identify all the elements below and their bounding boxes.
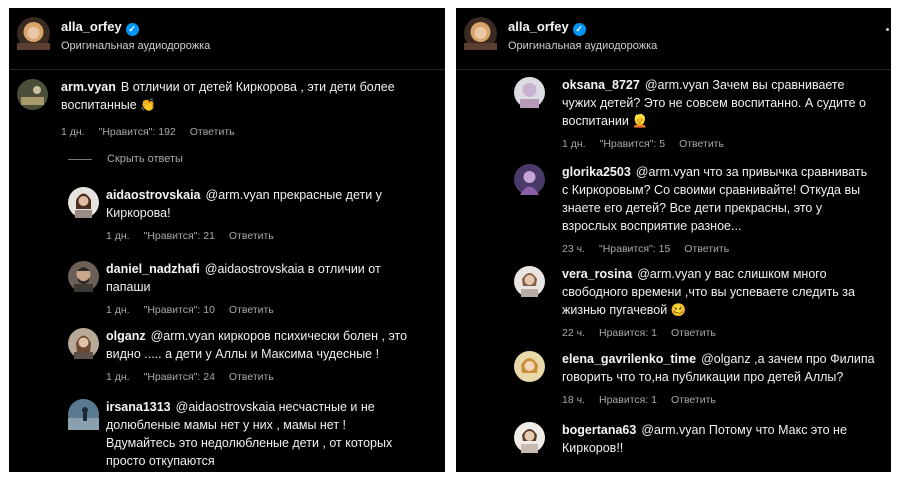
comment-username[interactable]: daniel_nadzhafi: [106, 262, 200, 276]
comment-text: glorika2503 @arm.vyan что за привычка сра…: [562, 165, 868, 233]
verified-icon: ✓: [572, 23, 586, 36]
comments-panel-left: alla_orfey ✓ Оригинальная аудиодорожка ar…: [9, 8, 445, 472]
comment-time: 1 дн.: [106, 371, 130, 383]
commenter-avatar[interactable]: [68, 261, 99, 292]
like-count[interactable]: "Нравится": 21: [144, 230, 215, 242]
comments-panel-right: alla_orfey ✓ Оригинальная аудиодорожка ok…: [456, 8, 891, 472]
hide-replies-label: Скрыть ответы: [107, 153, 183, 165]
comment-text: bogertana63 @arm.vyan Потому что Макс это…: [562, 423, 847, 455]
divider-line: [68, 158, 92, 160]
author-avatar[interactable]: [464, 17, 497, 50]
commenter-avatar[interactable]: [514, 266, 545, 297]
hide-replies-button[interactable]: Скрыть ответы: [68, 153, 183, 165]
author-avatar[interactable]: [17, 17, 50, 50]
commenter-avatar[interactable]: [514, 422, 545, 453]
comment-username[interactable]: irsana1313: [106, 400, 171, 414]
like-count[interactable]: "Нравится": 5: [600, 138, 665, 150]
comment-text: oksana_8727 @arm.vyan Зачем вы сравнивает…: [562, 78, 867, 128]
commenter-avatar[interactable]: [68, 399, 99, 430]
author-name[interactable]: alla_orfey: [61, 19, 122, 34]
like-count[interactable]: "Нравится": 24: [144, 371, 215, 383]
comment-meta: 1 дн. "Нравится": 5 Ответить: [562, 138, 886, 150]
post-author[interactable]: alla_orfey ✓: [61, 19, 139, 36]
verified-icon: ✓: [125, 23, 139, 36]
reply-button[interactable]: Ответить: [229, 304, 274, 316]
comment-username[interactable]: arm.vyan: [61, 80, 116, 94]
like-count[interactable]: "Нравится": 192: [99, 126, 176, 138]
comment-text: vera_rosina @arm.vyan у вас слишком много…: [562, 267, 855, 317]
comment-time: 1 дн.: [106, 304, 130, 316]
comment-text: olganz @arm.vyan киркоров психически боле…: [106, 329, 408, 361]
comment-username[interactable]: olganz: [106, 329, 146, 343]
like-count[interactable]: Нравится: 1: [599, 394, 657, 406]
post-author[interactable]: alla_orfey ✓: [508, 19, 586, 36]
commenter-avatar[interactable]: [17, 79, 48, 110]
comment-username[interactable]: bogertana63: [562, 423, 636, 437]
comment-text: arm.vyan В отличии от детей Киркорова , э…: [61, 80, 395, 112]
audio-track[interactable]: Оригинальная аудиодорожка: [508, 40, 657, 52]
comment-meta: 23 ч. "Нравится": 15 Ответить: [562, 243, 886, 255]
comment-meta: 18 ч. Нравится: 1 Ответить: [562, 394, 886, 406]
like-count[interactable]: Нравится: 1: [599, 327, 657, 339]
reply-button[interactable]: Ответить: [671, 394, 716, 406]
audio-track[interactable]: Оригинальная аудиодорожка: [61, 40, 210, 52]
reply-button[interactable]: Ответить: [671, 327, 716, 339]
comment-text: aidaostrovskaia @arm.vyan прекрасные дети…: [106, 188, 382, 220]
commenter-avatar[interactable]: [68, 328, 99, 359]
author-name[interactable]: alla_orfey: [508, 19, 569, 34]
post-header: alla_orfey ✓ Оригинальная аудиодорожка: [9, 8, 445, 70]
reply-button[interactable]: Ответить: [679, 138, 724, 150]
reply-button[interactable]: Ответить: [190, 126, 235, 138]
post-header: alla_orfey ✓ Оригинальная аудиодорожка: [456, 8, 891, 70]
comment-time: 1 дн.: [106, 230, 130, 242]
comment-text: elena_gavrilenko_time @olganz ,а зачем пр…: [562, 352, 875, 384]
comment-time: 23 ч.: [562, 243, 585, 255]
commenter-avatar[interactable]: [514, 164, 545, 195]
more-options-icon[interactable]: [886, 28, 889, 31]
commenter-avatar[interactable]: [514, 77, 545, 108]
commenter-avatar[interactable]: [514, 351, 545, 382]
comment-username[interactable]: glorika2503: [562, 165, 631, 179]
like-count[interactable]: "Нравится": 10: [144, 304, 215, 316]
comment-meta: 1 дн. "Нравится": 192 Ответить: [61, 126, 437, 138]
commenter-avatar[interactable]: [68, 187, 99, 218]
comment-text: daniel_nadzhafi @aidaostrovskaia в отличи…: [106, 262, 381, 294]
comment-meta: 1 дн. "Нравится": 10 Ответить: [106, 304, 438, 316]
comment-meta: 1 дн. "Нравится": 21 Ответить: [106, 230, 438, 242]
comment-username[interactable]: aidaostrovskaia: [106, 188, 201, 202]
comment-meta: 22 ч. Нравится: 1 Ответить: [562, 327, 886, 339]
comment-time: 1 дн.: [562, 138, 586, 150]
like-count[interactable]: "Нравится": 15: [599, 243, 670, 255]
comment-time: 22 ч.: [562, 327, 585, 339]
comment-username[interactable]: oksana_8727: [562, 78, 640, 92]
reply-button[interactable]: Ответить: [684, 243, 729, 255]
comment-time: 1 дн.: [61, 126, 85, 138]
reply-button[interactable]: Ответить: [229, 230, 274, 242]
comment-username[interactable]: vera_rosina: [562, 267, 632, 281]
comment-time: 18 ч.: [562, 394, 585, 406]
comment-meta: 1 дн. "Нравится": 24 Ответить: [106, 371, 438, 383]
comment-username[interactable]: elena_gavrilenko_time: [562, 352, 696, 366]
comment-text: irsana1313 @aidaostrovskaia несчастные и …: [106, 400, 393, 468]
reply-button[interactable]: Ответить: [229, 371, 274, 383]
